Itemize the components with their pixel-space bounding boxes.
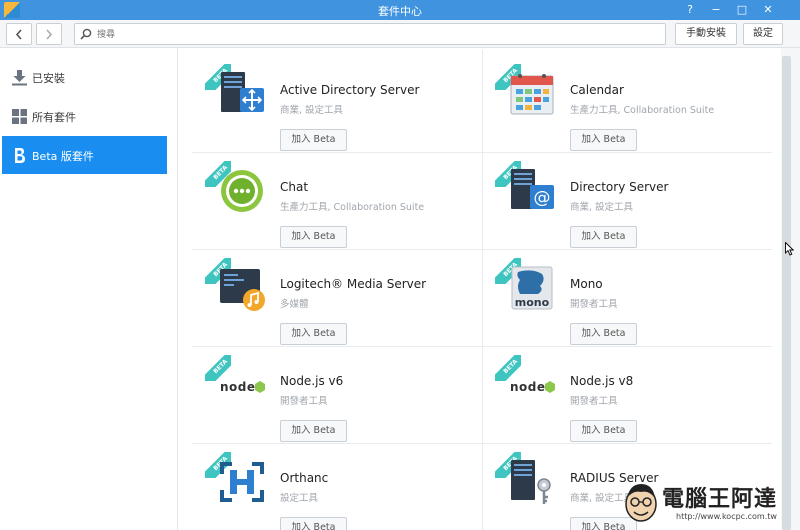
toolbar: 手動安裝 設定 <box>0 20 800 48</box>
package-category: 開發者工具 <box>570 396 618 407</box>
grid-icon <box>12 109 27 124</box>
media-server-icon <box>220 269 265 311</box>
search-input[interactable] <box>97 27 657 42</box>
sidebar-item-label: Beta 版套件 <box>32 150 94 163</box>
package-category: 生產力工具, Collaboration Suite <box>280 202 425 213</box>
watermark: 電腦王阿達 http://www.kocpc.com.tw <box>622 478 798 530</box>
package-name: Directory Server <box>570 180 669 194</box>
maximize-icon[interactable]: □ <box>731 1 753 19</box>
back-button[interactable] <box>6 23 32 45</box>
scrollbar-thumb[interactable] <box>782 56 791 530</box>
package-name: Chat <box>280 180 309 194</box>
join-beta-button[interactable]: 加入 Beta <box>280 129 347 151</box>
svg-text:node: node <box>220 380 256 394</box>
svg-text:node: node <box>510 380 546 394</box>
watermark-text: 電腦王阿達 <box>662 486 778 512</box>
search-icon <box>80 28 92 40</box>
package-card-calendar[interactable]: BETA Calendar 生產力工具, Collaboration Suite… <box>482 56 772 153</box>
package-card-nodejs-v8[interactable]: BETA node Node.js v8 開發者工具 加入 Beta <box>482 347 772 444</box>
package-card-mono[interactable]: BETA mono Mono 開發者工具 加入 Beta <box>482 250 772 347</box>
package-name: Calendar <box>570 83 624 97</box>
mouse-cursor-icon <box>785 242 794 256</box>
package-card-directory-server[interactable]: BETA @ Directory Server 商業, 設定工具 加入 Beta <box>482 153 772 250</box>
package-name: Node.js v6 <box>280 374 344 388</box>
mono-icon: mono <box>511 266 553 310</box>
orthanc-icon <box>220 462 264 502</box>
sidebar-item-label: 所有套件 <box>32 111 76 124</box>
window-titlebar: 套件中心 ? − □ ✕ <box>0 0 800 20</box>
svg-text:mono: mono <box>515 296 550 309</box>
join-beta-button[interactable]: 加入 Beta <box>570 129 637 151</box>
search-box[interactable] <box>74 23 666 45</box>
package-name: Active Directory Server <box>280 83 420 97</box>
nodejs-icon: node <box>510 380 555 394</box>
svg-text:@: @ <box>534 188 551 208</box>
column-divider <box>482 50 483 530</box>
package-category: 開發者工具 <box>570 299 618 310</box>
minimize-icon[interactable]: − <box>705 1 727 19</box>
active-directory-icon <box>221 72 264 112</box>
cartoon-face-logo-icon <box>625 484 657 522</box>
sidebar-item-all-packages[interactable]: 所有套件 <box>2 97 167 135</box>
watermark-url: http://www.kocpc.com.tw <box>676 512 777 521</box>
chevron-left-icon <box>15 29 22 40</box>
directory-server-icon: @ <box>511 169 554 209</box>
manual-install-button[interactable]: 手動安裝 <box>675 23 737 45</box>
package-name: Orthanc <box>280 471 329 485</box>
package-category: 生產力工具, Collaboration Suite <box>570 105 715 116</box>
settings-button[interactable]: 設定 <box>743 23 783 45</box>
package-card-active-directory-server[interactable]: BETA Active Directory Server 商業, 設定工具 加入… <box>192 56 482 153</box>
package-name: Logitech® Media Server <box>280 277 427 291</box>
package-card-orthanc[interactable]: BETA Orthanc 設定工具 加入 Beta <box>192 444 482 530</box>
chevron-right-icon <box>46 29 53 40</box>
package-card-nodejs-v6[interactable]: BETA node Node.js v6 開發者工具 加入 Beta <box>192 347 482 444</box>
sidebar-item-beta-packages[interactable]: Beta 版套件 <box>2 136 167 174</box>
package-grid: BETA Active Directory Server 商業, 設定工具 加入… <box>179 48 781 530</box>
package-card-logitech-media-server[interactable]: BETA Logitech® Media Server 多媒體 加入 Beta <box>192 250 482 347</box>
nodejs-icon: node <box>220 380 265 394</box>
package-category: 商業, 設定工具 <box>570 202 634 213</box>
help-icon[interactable]: ? <box>679 1 701 19</box>
package-name: Node.js v8 <box>570 374 634 388</box>
join-beta-button[interactable]: 加入 Beta <box>570 226 637 248</box>
join-beta-button[interactable]: 加入 Beta <box>280 517 347 530</box>
join-beta-button[interactable]: 加入 Beta <box>280 323 347 345</box>
download-icon <box>12 70 27 86</box>
package-category: 商業, 設定工具 <box>280 105 344 116</box>
sidebar-item-installed[interactable]: 已安裝 <box>2 58 167 96</box>
close-icon[interactable]: ✕ <box>757 1 779 19</box>
chat-icon <box>221 170 263 212</box>
radius-server-icon <box>511 460 551 504</box>
package-category: 開發者工具 <box>280 396 328 407</box>
join-beta-button[interactable]: 加入 Beta <box>280 420 347 442</box>
package-card-chat[interactable]: BETA Chat 生產力工具, Collaboration Suite 加入 … <box>192 153 482 250</box>
forward-button[interactable] <box>36 23 62 45</box>
beta-icon <box>15 148 25 163</box>
package-category: 設定工具 <box>280 493 319 504</box>
sidebar: 已安裝 所有套件 Beta 版套件 <box>0 48 178 530</box>
join-beta-button[interactable]: 加入 Beta <box>570 323 637 345</box>
sidebar-item-label: 已安裝 <box>32 72 65 85</box>
join-beta-button[interactable]: 加入 Beta <box>280 226 347 248</box>
package-name: Mono <box>570 277 603 291</box>
package-category: 多媒體 <box>280 299 309 310</box>
calendar-icon <box>510 74 554 115</box>
join-beta-button[interactable]: 加入 Beta <box>570 420 637 442</box>
